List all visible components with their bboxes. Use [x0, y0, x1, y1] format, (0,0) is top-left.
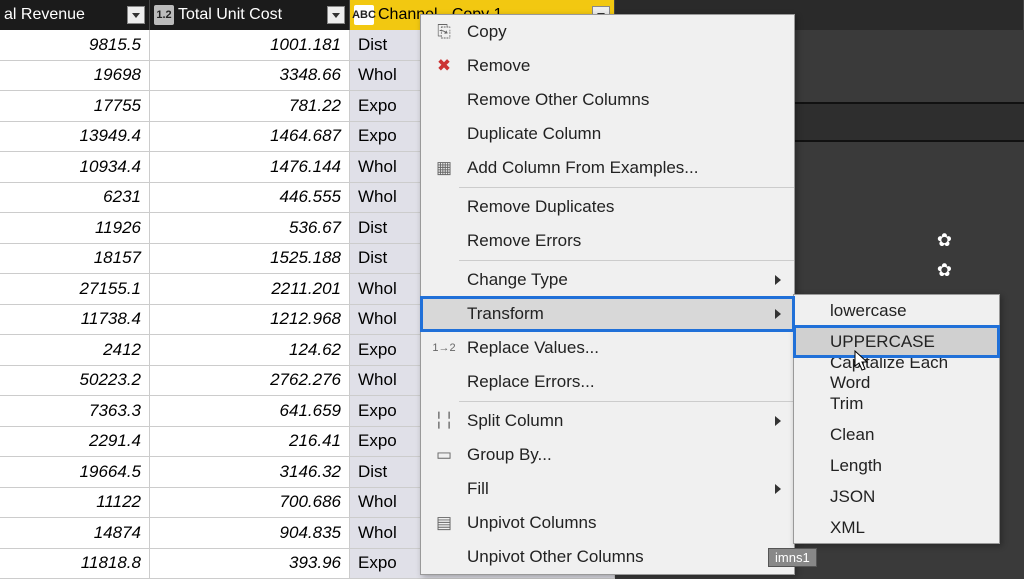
table-cell-cost[interactable]: 904.835 [150, 518, 350, 549]
table-cell-cost[interactable]: 781.22 [150, 91, 350, 122]
menu-remove-duplicates[interactable]: Remove Duplicates [421, 190, 794, 224]
context-menu: ⎘ Copy ✖ Remove Remove Other Columns Dup… [420, 14, 795, 575]
replace-icon: 1→2 [429, 342, 459, 354]
table-icon: ▦ [429, 158, 459, 178]
table-cell-revenue[interactable]: 50223.2 [0, 366, 150, 397]
menu-unpivot-columns[interactable]: ▤ Unpivot Columns [421, 506, 794, 540]
table-cell-cost[interactable]: 1525.188 [150, 244, 350, 275]
column-header-cost[interactable]: 1.2 Total Unit Cost [150, 0, 350, 30]
table-cell-cost[interactable]: 1001.181 [150, 30, 350, 61]
menu-separator [459, 187, 794, 188]
table-cell-revenue[interactable]: 11818.8 [0, 549, 150, 579]
table-cell-cost[interactable]: 2762.276 [150, 366, 350, 397]
table-cell-revenue[interactable]: 7363.3 [0, 396, 150, 427]
table-cell-cost[interactable]: 216.41 [150, 427, 350, 458]
dropdown-icon[interactable] [127, 6, 145, 24]
menu-separator [459, 260, 794, 261]
gear-icon[interactable]: ✿ [937, 230, 952, 251]
status-badge: imns1 [768, 548, 817, 567]
table-cell-cost[interactable]: 700.686 [150, 488, 350, 519]
menu-remove-errors[interactable]: Remove Errors [421, 224, 794, 258]
column-header-label: Total Unit Cost [178, 6, 323, 24]
submenu-json[interactable]: JSON [794, 481, 999, 512]
table-cell-revenue[interactable]: 19664.5 [0, 457, 150, 488]
menu-replace-errors[interactable]: Replace Errors... [421, 365, 794, 399]
table-cell-revenue[interactable]: 19698 [0, 61, 150, 92]
chevron-right-icon [770, 484, 786, 494]
remove-icon: ✖ [429, 56, 459, 76]
table-cell-revenue[interactable]: 6231 [0, 183, 150, 214]
dropdown-icon[interactable] [327, 6, 345, 24]
menu-duplicate-column[interactable]: Duplicate Column [421, 117, 794, 151]
menu-copy[interactable]: ⎘ Copy [421, 15, 794, 49]
submenu-xml[interactable]: XML [794, 512, 999, 543]
table-cell-cost[interactable]: 1476.144 [150, 152, 350, 183]
menu-separator [459, 401, 794, 402]
chevron-right-icon [770, 309, 786, 319]
submenu-trim[interactable]: Trim [794, 388, 999, 419]
group-icon: ▭ [429, 445, 459, 465]
table-cell-cost[interactable]: 3146.32 [150, 457, 350, 488]
menu-add-column-from-examples[interactable]: ▦ Add Column From Examples... [421, 151, 794, 185]
unpivot-icon: ▤ [429, 513, 459, 533]
table-cell-revenue[interactable]: 14874 [0, 518, 150, 549]
text-type-icon: ABC [354, 5, 374, 25]
submenu-capitalize[interactable]: Capitalize Each Word [794, 357, 999, 388]
menu-split-column[interactable]: ╎╎ Split Column [421, 404, 794, 438]
submenu-length[interactable]: Length [794, 450, 999, 481]
table-cell-cost[interactable]: 1464.687 [150, 122, 350, 153]
table-cell-cost[interactable]: 641.659 [150, 396, 350, 427]
table-cell-revenue[interactable]: 18157 [0, 244, 150, 275]
submenu-uppercase[interactable]: UPPERCASE [794, 326, 999, 357]
table-cell-cost[interactable]: 536.67 [150, 213, 350, 244]
table-cell-revenue[interactable]: 10934.4 [0, 152, 150, 183]
transform-submenu: lowercase UPPERCASE Capitalize Each Word… [793, 294, 1000, 544]
table-cell-cost[interactable]: 124.62 [150, 335, 350, 366]
menu-remove[interactable]: ✖ Remove [421, 49, 794, 83]
submenu-lowercase[interactable]: lowercase [794, 295, 999, 326]
menu-group-by[interactable]: ▭ Group By... [421, 438, 794, 472]
menu-fill[interactable]: Fill [421, 472, 794, 506]
table-cell-cost[interactable]: 1212.968 [150, 305, 350, 336]
number-type-icon: 1.2 [154, 5, 174, 25]
table-cell-cost[interactable]: 3348.66 [150, 61, 350, 92]
table-cell-revenue[interactable]: 2412 [0, 335, 150, 366]
table-cell-cost[interactable]: 2211.201 [150, 274, 350, 305]
table-cell-revenue[interactable]: 27155.1 [0, 274, 150, 305]
split-icon: ╎╎ [429, 411, 459, 431]
menu-unpivot-other-columns[interactable]: Unpivot Other Columns [421, 540, 794, 574]
table-cell-revenue[interactable]: 17755 [0, 91, 150, 122]
table-cell-revenue[interactable]: 11738.4 [0, 305, 150, 336]
menu-change-type[interactable]: Change Type [421, 263, 794, 297]
column-header-label: al Revenue [4, 6, 123, 24]
menu-remove-other-columns[interactable]: Remove Other Columns [421, 83, 794, 117]
table-cell-revenue[interactable]: 2291.4 [0, 427, 150, 458]
copy-icon: ⎘ [429, 22, 459, 42]
menu-transform[interactable]: Transform [421, 297, 794, 331]
submenu-clean[interactable]: Clean [794, 419, 999, 450]
table-cell-cost[interactable]: 446.555 [150, 183, 350, 214]
table-cell-revenue[interactable]: 11926 [0, 213, 150, 244]
gear-icon[interactable]: ✿ [937, 260, 952, 281]
chevron-right-icon [770, 416, 786, 426]
table-cell-revenue[interactable]: 9815.5 [0, 30, 150, 61]
column-header-revenue[interactable]: al Revenue [0, 0, 150, 30]
chevron-right-icon [770, 275, 786, 285]
table-cell-revenue[interactable]: 11122 [0, 488, 150, 519]
menu-replace-values[interactable]: 1→2 Replace Values... [421, 331, 794, 365]
table-cell-cost[interactable]: 393.96 [150, 549, 350, 579]
table-cell-revenue[interactable]: 13949.4 [0, 122, 150, 153]
